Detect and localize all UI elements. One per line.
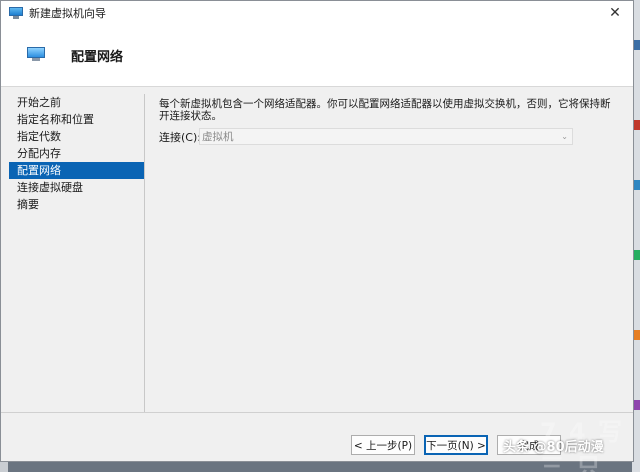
window-title: 新建虚拟机向导 — [29, 7, 106, 20]
network-description: 每个新虚拟机包含一个网络适配器。你可以配置网络适配器以使用虚拟交换机，否则，它将… — [159, 98, 611, 122]
wizard-body: 开始之前 指定名称和位置 指定代数 分配内存 配置网络 连接虚拟硬盘 摘要 每个… — [1, 88, 633, 412]
nav-item-summary[interactable]: 摘要 — [9, 196, 144, 213]
watermark-text: 头条 @80后动漫 — [503, 440, 604, 455]
title-bar: 新建虚拟机向导 ✕ — [1, 1, 633, 25]
networking-content: 每个新虚拟机包含一个网络适配器。你可以配置网络适配器以使用虚拟交换机，否则，它将… — [159, 98, 619, 145]
previous-button[interactable]: < 上一步(P) — [351, 435, 415, 455]
nav-item-networking[interactable]: 配置网络 — [9, 162, 144, 179]
wizard-header: 配置网络 — [1, 25, 633, 87]
close-button[interactable]: ✕ — [607, 5, 623, 21]
nav-item-generation[interactable]: 指定代数 — [9, 128, 144, 145]
monitor-icon — [9, 7, 23, 19]
close-icon: ✕ — [609, 5, 621, 21]
new-vm-wizard-window: 新建虚拟机向导 ✕ 配置网络 开始之前 指定名称和位置 指定代数 分配内存 配置… — [0, 0, 634, 462]
next-button[interactable]: 下一页(N) > — [424, 435, 488, 455]
nav-item-memory[interactable]: 分配内存 — [9, 145, 144, 162]
wizard-step-nav: 开始之前 指定名称和位置 指定代数 分配内存 配置网络 连接虚拟硬盘 摘要 — [9, 94, 145, 412]
nav-item-virtual-disk[interactable]: 连接虚拟硬盘 — [9, 179, 144, 196]
connection-row: 连接(C): 虚拟机 ⌄ — [159, 128, 619, 146]
connection-dropdown[interactable]: 虚拟机 ⌄ — [199, 128, 573, 145]
connection-label: 连接(C): — [159, 131, 201, 144]
nav-item-before-you-begin[interactable]: 开始之前 — [9, 94, 144, 111]
connection-selected-value: 虚拟机 — [202, 131, 234, 143]
network-monitor-icon — [27, 47, 45, 61]
chevron-down-icon: ⌄ — [561, 132, 568, 141]
page-title: 配置网络 — [71, 50, 124, 65]
nav-item-name-location[interactable]: 指定名称和位置 — [9, 111, 144, 128]
